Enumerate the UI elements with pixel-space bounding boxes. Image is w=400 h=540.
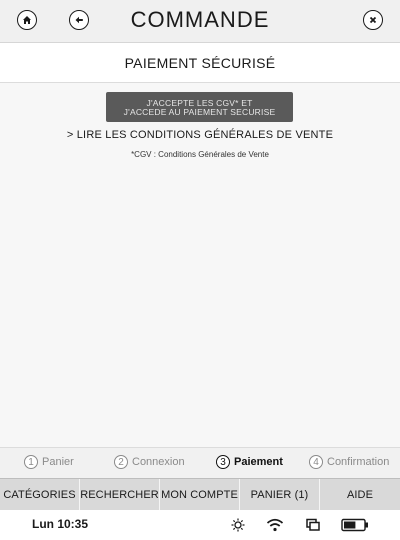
status-bar: Lun 10:35 <box>0 510 400 540</box>
tab-panier[interactable]: PANIER (1) <box>240 479 320 511</box>
tab-categories[interactable]: CATÉGORIES <box>0 479 80 511</box>
step-paiement: 3 Paiement <box>216 455 283 469</box>
bottom-nav: CATÉGORIES RECHERCHER MON COMPTE PANIER … <box>0 478 400 511</box>
step-label: Paiement <box>234 456 283 468</box>
page-title: COMMANDE <box>130 7 270 32</box>
step-label: Confirmation <box>327 456 390 468</box>
clock: Lun 10:35 <box>32 517 89 531</box>
step-number: 2 <box>114 455 128 469</box>
step-label: Panier <box>42 456 74 468</box>
top-bar: COMMANDE <box>0 0 400 43</box>
close-button[interactable] <box>363 10 383 30</box>
checkout-steps: 1 Panier 2 Connexion 3 Paiement 4 Confir… <box>0 447 400 478</box>
sync-icon[interactable] <box>305 517 321 533</box>
cgv-link[interactable]: > LIRE LES CONDITIONS GÉNÉRALES DE VENTE <box>0 129 400 141</box>
tab-mon-compte[interactable]: MON COMPTE <box>160 479 240 511</box>
step-panier: 1 Panier <box>24 455 74 469</box>
brightness-icon[interactable] <box>230 517 246 533</box>
wifi-icon[interactable] <box>266 517 284 533</box>
step-number: 4 <box>309 455 323 469</box>
content-area: J'ACCEPTE LES CGV* ET J'ACCEDE AU PAIEME… <box>0 83 400 447</box>
section-title: PAIEMENT SÉCURISÉ <box>124 55 276 71</box>
tab-rechercher[interactable]: RECHERCHER <box>80 479 160 511</box>
step-number: 1 <box>24 455 38 469</box>
accept-button-line2: J'ACCEDE AU PAIEMENT SECURISE <box>123 106 276 117</box>
step-connexion: 2 Connexion <box>114 455 185 469</box>
section-header: PAIEMENT SÉCURISÉ <box>0 43 400 83</box>
cgv-footnote: *CGV : Conditions Générales de Vente <box>131 150 269 159</box>
accept-cgv-button[interactable]: J'ACCEPTE LES CGV* ET J'ACCEDE AU PAIEME… <box>106 92 293 122</box>
close-icon <box>369 16 377 24</box>
tab-aide[interactable]: AIDE <box>320 479 400 511</box>
step-number: 3 <box>216 455 230 469</box>
battery-level-fill <box>344 521 356 529</box>
battery-icon[interactable] <box>341 518 369 532</box>
step-label: Connexion <box>132 456 185 468</box>
step-confirmation: 4 Confirmation <box>309 455 389 469</box>
